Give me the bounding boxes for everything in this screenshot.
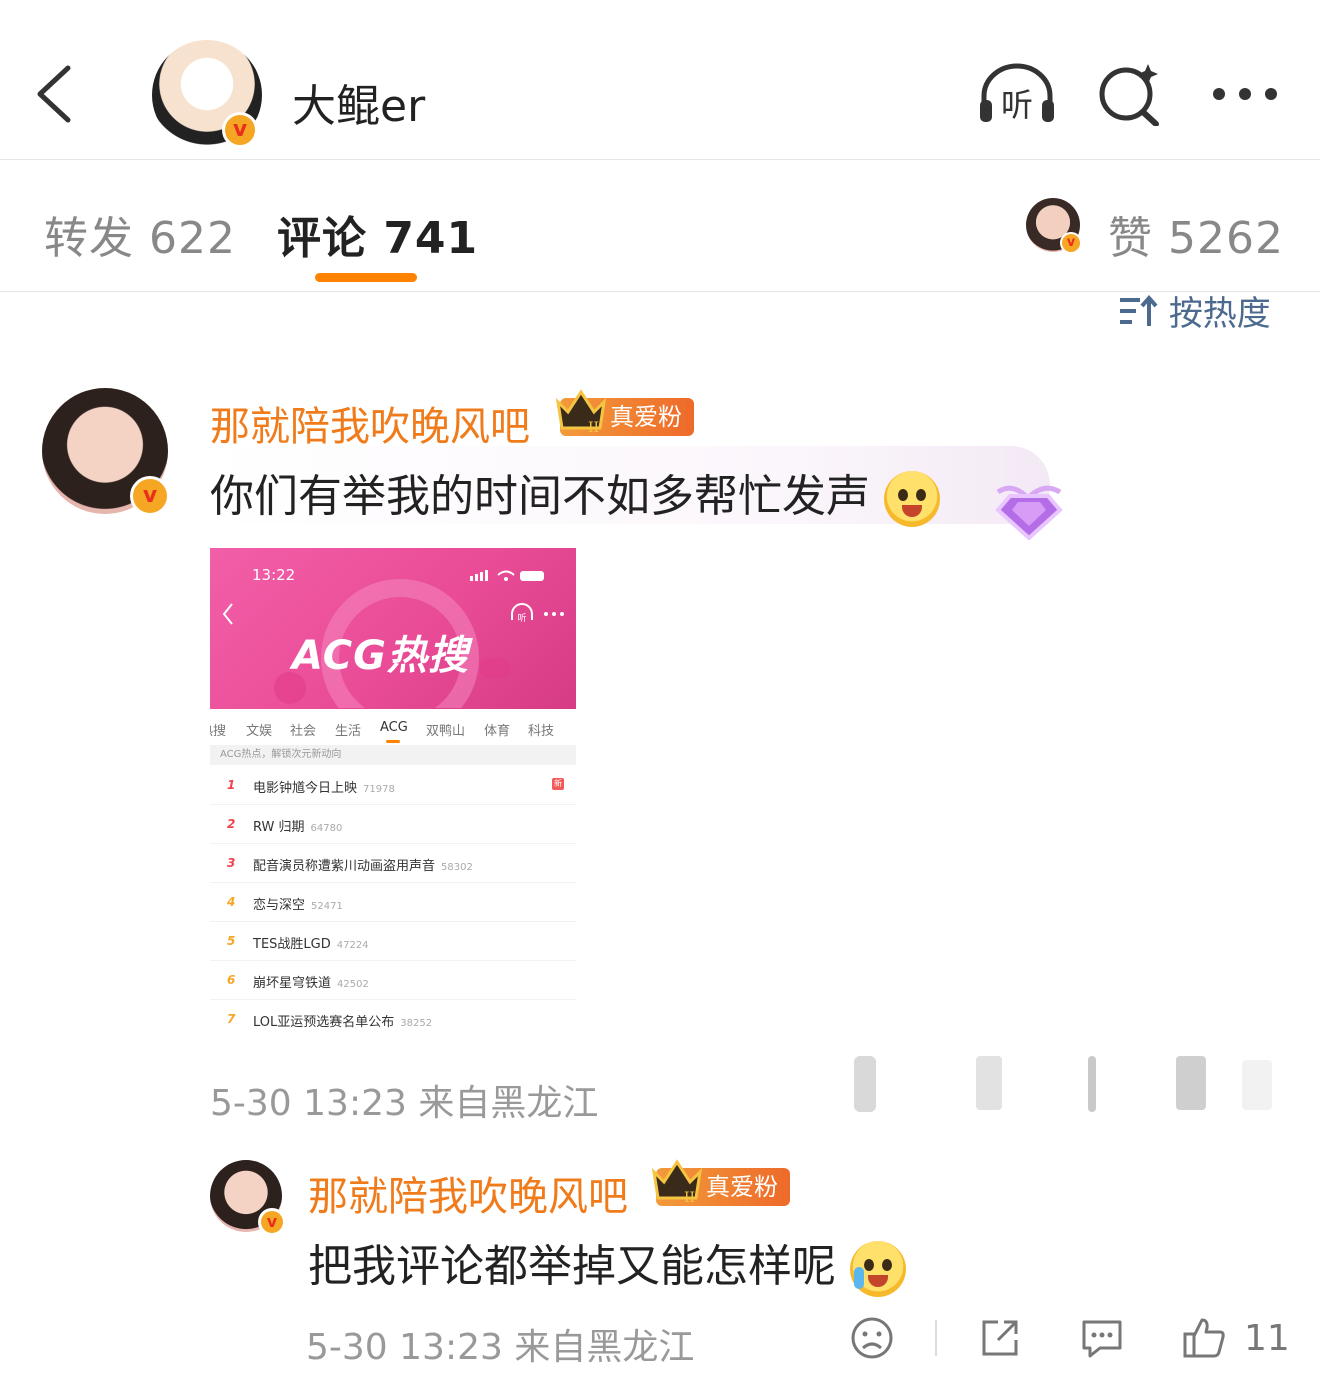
hot-title: 恋与深空: [253, 898, 306, 913]
hot-search-row: 1 电影钟馗今日上映 71978 新: [210, 766, 576, 805]
reply-name[interactable]: 那就陪我吹晚风吧: [308, 1164, 628, 1222]
like-avatar: v: [1026, 198, 1082, 254]
top-bar: v 大鲲er 听: [0, 0, 1320, 160]
like-thumb-icon[interactable]: [1182, 1316, 1226, 1360]
tab-like[interactable]: 赞 5262: [1108, 202, 1284, 266]
comment-icon[interactable]: [1080, 1316, 1124, 1360]
nav-item: 科技: [528, 724, 555, 739]
tab-bar: 转发 622 评论 741 v 赞 5262: [0, 160, 1320, 292]
nav-item: 文娱: [246, 724, 273, 739]
tab-repost[interactable]: 转发 622: [44, 202, 236, 266]
nav-indicator: [386, 740, 400, 743]
comment-text: 你们有举我的时间不如多帮忙发声: [210, 460, 940, 527]
author-avatar[interactable]: v: [152, 40, 262, 150]
search-sparkle-icon[interactable]: [1096, 62, 1162, 126]
headphones-listen-icon[interactable]: 听: [976, 62, 1058, 126]
page-title: 大鲲er: [292, 81, 426, 132]
hot-search-row: 6 崩坏星穹铁道 42502: [210, 961, 576, 1000]
hot-rank: 1: [227, 778, 236, 792]
face-emoji-icon: [884, 471, 940, 527]
fan-level: II: [588, 420, 599, 436]
hot-rank: 6: [227, 973, 236, 987]
nav-item: 生活: [335, 724, 362, 739]
hot-search-row: 7 LOL亚运预选赛名单公布 38252: [210, 1000, 576, 1039]
commenter-avatar[interactable]: v: [42, 388, 170, 516]
reply-text: 把我评论都举掉又能怎样呢: [308, 1230, 906, 1297]
comment-meta: 5-30 13:23 来自黑龙江: [210, 1083, 599, 1124]
hot-search-row: 5 TES战胜LGD 47224: [210, 922, 576, 961]
sort-icon: [1118, 294, 1158, 337]
nav-item-active: ACG: [380, 720, 408, 735]
new-tag: 新: [552, 778, 564, 790]
crown-icon: II: [555, 389, 607, 436]
comment-actions-faded: [854, 1056, 1272, 1112]
tab-comment[interactable]: 评论 741: [277, 202, 478, 266]
sort-by-hot[interactable]: 按热度: [1118, 286, 1271, 337]
hot-title: 配音演员称遭紫川动画盗用声音: [253, 859, 436, 874]
hot-count: 71978: [363, 784, 395, 795]
hot-title: RW 归期: [253, 820, 305, 835]
verified-badge-icon: v: [258, 1208, 286, 1236]
chevron-left-icon[interactable]: [34, 64, 74, 124]
hot-count: 52471: [311, 901, 343, 912]
hot-search-row: 2 RW 归期 64780: [210, 805, 576, 844]
screenshot-subtitle: ACG热点，解锁次元新动向: [210, 745, 576, 765]
crown-icon: II: [651, 1159, 703, 1206]
hot-title: 电影钟馗今日上映: [253, 781, 358, 796]
hot-rank: 3: [227, 856, 236, 870]
screenshot-back-icon: [222, 603, 233, 625]
more-dots-icon[interactable]: [1210, 62, 1280, 126]
reply-avatar[interactable]: v: [210, 1160, 286, 1236]
reply-text-content: 把我评论都举掉又能怎样呢: [308, 1241, 836, 1292]
fan-badge-label: 真爱粉: [706, 1173, 778, 1201]
verified-badge-icon: v: [1060, 232, 1082, 254]
divider: [935, 1320, 937, 1356]
nav-item: 双鸭山: [426, 724, 466, 739]
dislike-face-icon[interactable]: [850, 1316, 894, 1360]
comment-text-content: 你们有举我的时间不如多帮忙发声: [210, 471, 870, 522]
reply-meta: 5-30 13:23 来自黑龙江: [306, 1327, 695, 1368]
hot-title: TES战胜LGD: [253, 937, 331, 952]
active-tab-indicator: [315, 273, 417, 282]
listen-label: 听: [1001, 86, 1033, 124]
comment-image[interactable]: 13:22 听 ACG热搜 热搜 文娱 社会 生活 ACG 双鸭山: [210, 548, 576, 1042]
nav-item: 热搜: [210, 724, 227, 739]
fan-level: II: [684, 1190, 695, 1206]
like-count: 11: [1244, 1318, 1290, 1359]
fan-badge: II 真爱粉: [651, 1159, 790, 1206]
diamond-bubble-icon: [995, 485, 1063, 540]
hot-rank: 5: [227, 934, 236, 948]
hot-count: 38252: [400, 1018, 433, 1029]
verified-badge-icon: v: [222, 112, 258, 148]
verified-badge-icon: v: [130, 476, 170, 516]
hot-title: 崩坏星穹铁道: [253, 976, 332, 991]
nav-item: 社会: [290, 724, 317, 739]
hot-count: 58302: [441, 862, 473, 873]
hot-rank: 7: [227, 1012, 236, 1026]
crying-emoji-icon: [850, 1241, 906, 1297]
share-icon[interactable]: [978, 1316, 1022, 1360]
hot-rank: 2: [227, 817, 236, 831]
hot-count: 64780: [310, 823, 343, 834]
screenshot-nav: 热搜 文娱 社会 生活 ACG 双鸭山 体育 科技: [210, 712, 576, 746]
hot-count: 47224: [336, 940, 369, 951]
hot-count: 42502: [337, 979, 369, 990]
nav-item: 体育: [484, 724, 511, 739]
commenter-name[interactable]: 那就陪我吹晚风吧: [210, 394, 530, 452]
hot-search-row: 4 恋与深空 52471: [210, 883, 576, 922]
hot-search-row: 3 配音演员称遭紫川动画盗用声音 58302: [210, 844, 576, 883]
hot-title: LOL亚运预选赛名单公布: [253, 1015, 395, 1030]
fan-badge-label: 真爱粉: [610, 403, 682, 431]
screenshot-title: ACG热搜: [292, 633, 469, 679]
sort-label: 按热度: [1168, 294, 1271, 334]
screenshot-banner: 13:22 听 ACG热搜: [210, 548, 576, 709]
fan-badge: II 真爱粉: [555, 389, 694, 436]
hot-rank: 4: [227, 895, 236, 909]
